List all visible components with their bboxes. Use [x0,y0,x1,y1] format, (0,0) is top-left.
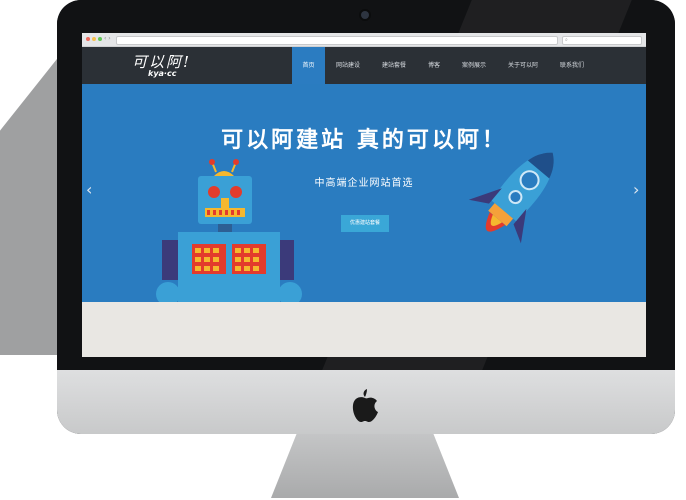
apple-logo-icon [352,389,378,422]
packages-cta-button[interactable]: 优惠建站套餐 [341,215,389,232]
nav-item-home[interactable]: 首页 [292,47,325,84]
browser-toolbar: ‹ › ⌕ [82,33,646,47]
camera-icon [361,11,369,19]
search-icon: ⌕ [565,37,568,43]
nav-item-packages[interactable]: 建站套餐 [371,47,417,84]
carousel-next-icon[interactable]: › [633,182,639,198]
browser-back-forward-icon[interactable]: ‹ › [104,35,111,42]
nav-item-cases[interactable]: 案例展示 [451,47,497,84]
maximize-window-icon[interactable] [98,37,102,41]
minimize-window-icon[interactable] [92,37,96,41]
nav-item-website-build[interactable]: 网站建设 [325,47,371,84]
carousel-prev-icon[interactable]: ‹ [86,182,92,198]
main-nav: 首页 网站建设 建站套餐 博客 案例展示 关于可以阿 联系我们 [292,47,595,84]
robot-illustration [156,159,302,304]
address-bar[interactable] [116,36,558,45]
close-window-icon[interactable] [86,37,90,41]
browser-search-input[interactable]: ⌕ [562,36,642,45]
nav-item-blog[interactable]: 博客 [417,47,451,84]
nav-item-about[interactable]: 关于可以阿 [497,47,549,84]
content-area [82,302,646,357]
rocket-illustration [468,152,554,244]
imac-chin [57,370,675,434]
imac-stand [271,432,459,498]
site-logo-domain: kya·cc [148,69,177,78]
screen: ‹ › ⌕ 可以阿! kya·cc 首页 网站建设 建站套餐 博客 案例展示 关… [82,33,646,357]
hero-banner: 可以阿建站 真的可以阿！ 中高端企业网站首选 优惠建站套餐 ‹ › [82,84,646,304]
nav-item-contact[interactable]: 联系我们 [549,47,595,84]
site-header: 可以阿! kya·cc 首页 网站建设 建站套餐 博客 案例展示 关于可以阿 联… [82,47,646,84]
